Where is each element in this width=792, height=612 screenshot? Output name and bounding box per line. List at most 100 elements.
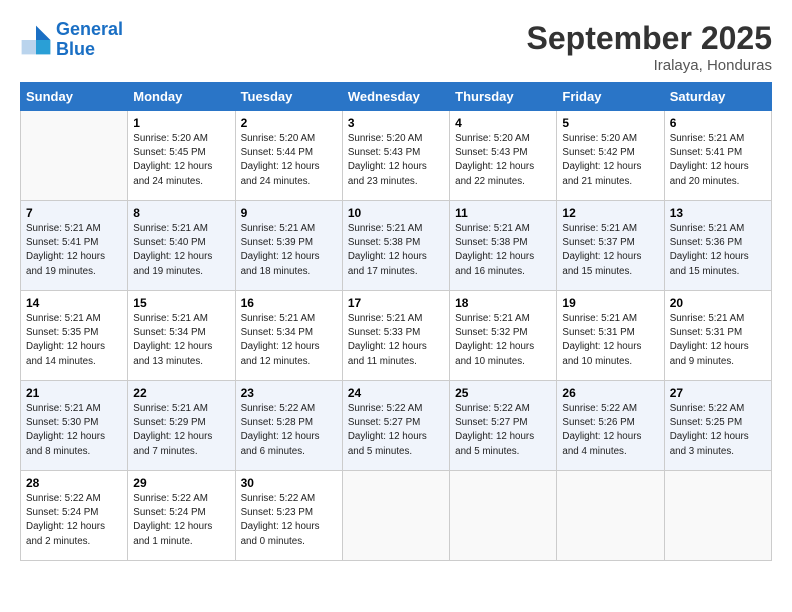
calendar-cell: 29Sunrise: 5:22 AMSunset: 5:24 PMDayligh… [128,471,235,561]
day-info: Sunrise: 5:22 AMSunset: 5:24 PMDaylight:… [26,492,122,549]
calendar-cell: 17 Sunrise: 5:21 AMSunset: 5:33 PMDayligh… [342,291,449,381]
calendar-cell [664,471,771,561]
day-number: 25 [455,386,551,400]
day-number: 27 [670,386,766,400]
day-number: 7 [26,206,122,220]
calendar-cell: 19Sunrise: 5:21 AMSunset: 5:31 PMDayligh… [557,291,664,381]
calendar-cell: 7 Sunrise: 5:21 AMSunset: 5:41 PMDaylight… [21,201,128,291]
calendar-cell: 22 Sunrise: 5:21 AMSunset: 5:29 PMDayligh… [128,381,235,471]
calendar-cell: 27 Sunrise: 5:22 AMSunset: 5:25 PMDayligh… [664,381,771,471]
day-info: Sunrise: 5:21 AMSunset: 5:38 PMDaylight:… [455,222,551,279]
day-info: Sunrise: 5:21 AMSunset: 5:37 PMDaylight:… [562,222,658,279]
day-number: 11 [455,206,551,220]
weekday-header-row: SundayMondayTuesdayWednesdayThursdayFrid… [21,83,772,111]
day-number: 15 [133,296,229,310]
day-number: 9 [241,206,337,220]
day-number: 10 [348,206,444,220]
day-number: 17 [348,296,444,310]
calendar-table: SundayMondayTuesdayWednesdayThursdayFrid… [20,82,772,561]
day-info: Sunrise: 5:21 AMSunset: 5:35 PMDaylight:… [26,312,122,369]
calendar-cell [557,471,664,561]
day-info: Sunrise: 5:21 AMSunset: 5:34 PMDaylight:… [241,312,337,369]
day-number: 30 [241,476,337,490]
calendar-cell: 25 Sunrise: 5:22 AMSunset: 5:27 PMDayligh… [450,381,557,471]
day-number: 18 [455,296,551,310]
calendar-cell: 28 Sunrise: 5:22 AMSunset: 5:24 PMDayligh… [21,471,128,561]
weekday-header: Thursday [450,83,557,111]
day-number: 13 [670,206,766,220]
day-number: 23 [241,386,337,400]
logo-text: General Blue [56,20,123,60]
day-info: Sunrise: 5:21 AMSunset: 5:36 PMDaylight:… [670,222,766,279]
day-number: 2 [241,116,337,130]
day-number: 26 [562,386,658,400]
month-title: September 2025 [527,20,772,57]
calendar-week-row: 21 Sunrise: 5:21 AMSunset: 5:30 PMDayligh… [21,381,772,471]
day-info: Sunrise: 5:21 AMSunset: 5:34 PMDaylight:… [133,312,229,369]
calendar-week-row: 14 Sunrise: 5:21 AMSunset: 5:35 PMDayligh… [21,291,772,381]
day-info: Sunrise: 5:20 AMSunset: 5:44 PMDaylight:… [241,132,337,189]
day-info: Sunrise: 5:21 AMSunset: 5:38 PMDaylight:… [348,222,444,279]
day-number: 22 [133,386,229,400]
day-number: 14 [26,296,122,310]
calendar-cell: 14 Sunrise: 5:21 AMSunset: 5:35 PMDayligh… [21,291,128,381]
day-number: 16 [241,296,337,310]
calendar-cell: 1Sunrise: 5:20 AMSunset: 5:45 PMDaylight… [128,111,235,201]
calendar-cell: 8 Sunrise: 5:21 AMSunset: 5:40 PMDaylight… [128,201,235,291]
weekday-header: Wednesday [342,83,449,111]
calendar-week-row: 7 Sunrise: 5:21 AMSunset: 5:41 PMDaylight… [21,201,772,291]
calendar-cell: 16 Sunrise: 5:21 AMSunset: 5:34 PMDayligh… [235,291,342,381]
page-header: General Blue September 2025 Iralaya, Hon… [20,20,772,74]
weekday-header: Saturday [664,83,771,111]
title-block: September 2025 Iralaya, Honduras [527,20,772,74]
day-number: 24 [348,386,444,400]
day-info: Sunrise: 5:20 AMSunset: 5:42 PMDaylight:… [562,132,658,189]
day-info: Sunrise: 5:20 AMSunset: 5:45 PMDaylight:… [133,132,229,189]
calendar-week-row: 1Sunrise: 5:20 AMSunset: 5:45 PMDaylight… [21,111,772,201]
day-number: 3 [348,116,444,130]
day-info: Sunrise: 5:21 AMSunset: 5:29 PMDaylight:… [133,402,229,459]
day-info: Sunrise: 5:21 AMSunset: 5:41 PMDaylight:… [26,222,122,279]
calendar-cell [21,111,128,201]
calendar-cell: 26 Sunrise: 5:22 AMSunset: 5:26 PMDayligh… [557,381,664,471]
day-info: Sunrise: 5:21 AMSunset: 5:31 PMDaylight:… [670,312,766,369]
calendar-cell: 13 Sunrise: 5:21 AMSunset: 5:36 PMDayligh… [664,201,771,291]
day-info: Sunrise: 5:21 AMSunset: 5:33 PMDaylight:… [348,312,444,369]
day-info: Sunrise: 5:20 AMSunset: 5:43 PMDaylight:… [348,132,444,189]
calendar-cell: 2 Sunrise: 5:20 AMSunset: 5:44 PMDaylight… [235,111,342,201]
calendar-cell: 24 Sunrise: 5:22 AMSunset: 5:27 PMDayligh… [342,381,449,471]
calendar-cell: 23 Sunrise: 5:22 AMSunset: 5:28 PMDayligh… [235,381,342,471]
calendar-cell: 10 Sunrise: 5:21 AMSunset: 5:38 PMDayligh… [342,201,449,291]
calendar-cell: 5 Sunrise: 5:20 AMSunset: 5:42 PMDaylight… [557,111,664,201]
day-number: 4 [455,116,551,130]
calendar-cell: 30 Sunrise: 5:22 AMSunset: 5:23 PMDayligh… [235,471,342,561]
day-info: Sunrise: 5:22 AMSunset: 5:27 PMDaylight:… [348,402,444,459]
calendar-cell: 3 Sunrise: 5:20 AMSunset: 5:43 PMDaylight… [342,111,449,201]
calendar-cell: 12Sunrise: 5:21 AMSunset: 5:37 PMDayligh… [557,201,664,291]
weekday-header: Tuesday [235,83,342,111]
day-info: Sunrise: 5:21 AMSunset: 5:32 PMDaylight:… [455,312,551,369]
calendar-cell: 11 Sunrise: 5:21 AMSunset: 5:38 PMDayligh… [450,201,557,291]
day-info: Sunrise: 5:21 AMSunset: 5:31 PMDaylight:… [562,312,658,369]
day-number: 29 [133,476,229,490]
day-info: Sunrise: 5:22 AMSunset: 5:23 PMDaylight:… [241,492,337,549]
calendar-cell: 21 Sunrise: 5:21 AMSunset: 5:30 PMDayligh… [21,381,128,471]
day-info: Sunrise: 5:20 AMSunset: 5:43 PMDaylight:… [455,132,551,189]
day-info: Sunrise: 5:21 AMSunset: 5:30 PMDaylight:… [26,402,122,459]
logo: General Blue [20,20,123,60]
day-number: 20 [670,296,766,310]
day-info: Sunrise: 5:22 AMSunset: 5:28 PMDaylight:… [241,402,337,459]
weekday-header: Monday [128,83,235,111]
day-number: 8 [133,206,229,220]
day-info: Sunrise: 5:21 AMSunset: 5:39 PMDaylight:… [241,222,337,279]
calendar-cell: 9 Sunrise: 5:21 AMSunset: 5:39 PMDaylight… [235,201,342,291]
day-info: Sunrise: 5:21 AMSunset: 5:41 PMDaylight:… [670,132,766,189]
weekday-header: Sunday [21,83,128,111]
day-info: Sunrise: 5:22 AMSunset: 5:26 PMDaylight:… [562,402,658,459]
day-info: Sunrise: 5:21 AMSunset: 5:40 PMDaylight:… [133,222,229,279]
day-info: Sunrise: 5:22 AMSunset: 5:25 PMDaylight:… [670,402,766,459]
day-number: 21 [26,386,122,400]
day-number: 5 [562,116,658,130]
day-number: 28 [26,476,122,490]
day-info: Sunrise: 5:22 AMSunset: 5:27 PMDaylight:… [455,402,551,459]
